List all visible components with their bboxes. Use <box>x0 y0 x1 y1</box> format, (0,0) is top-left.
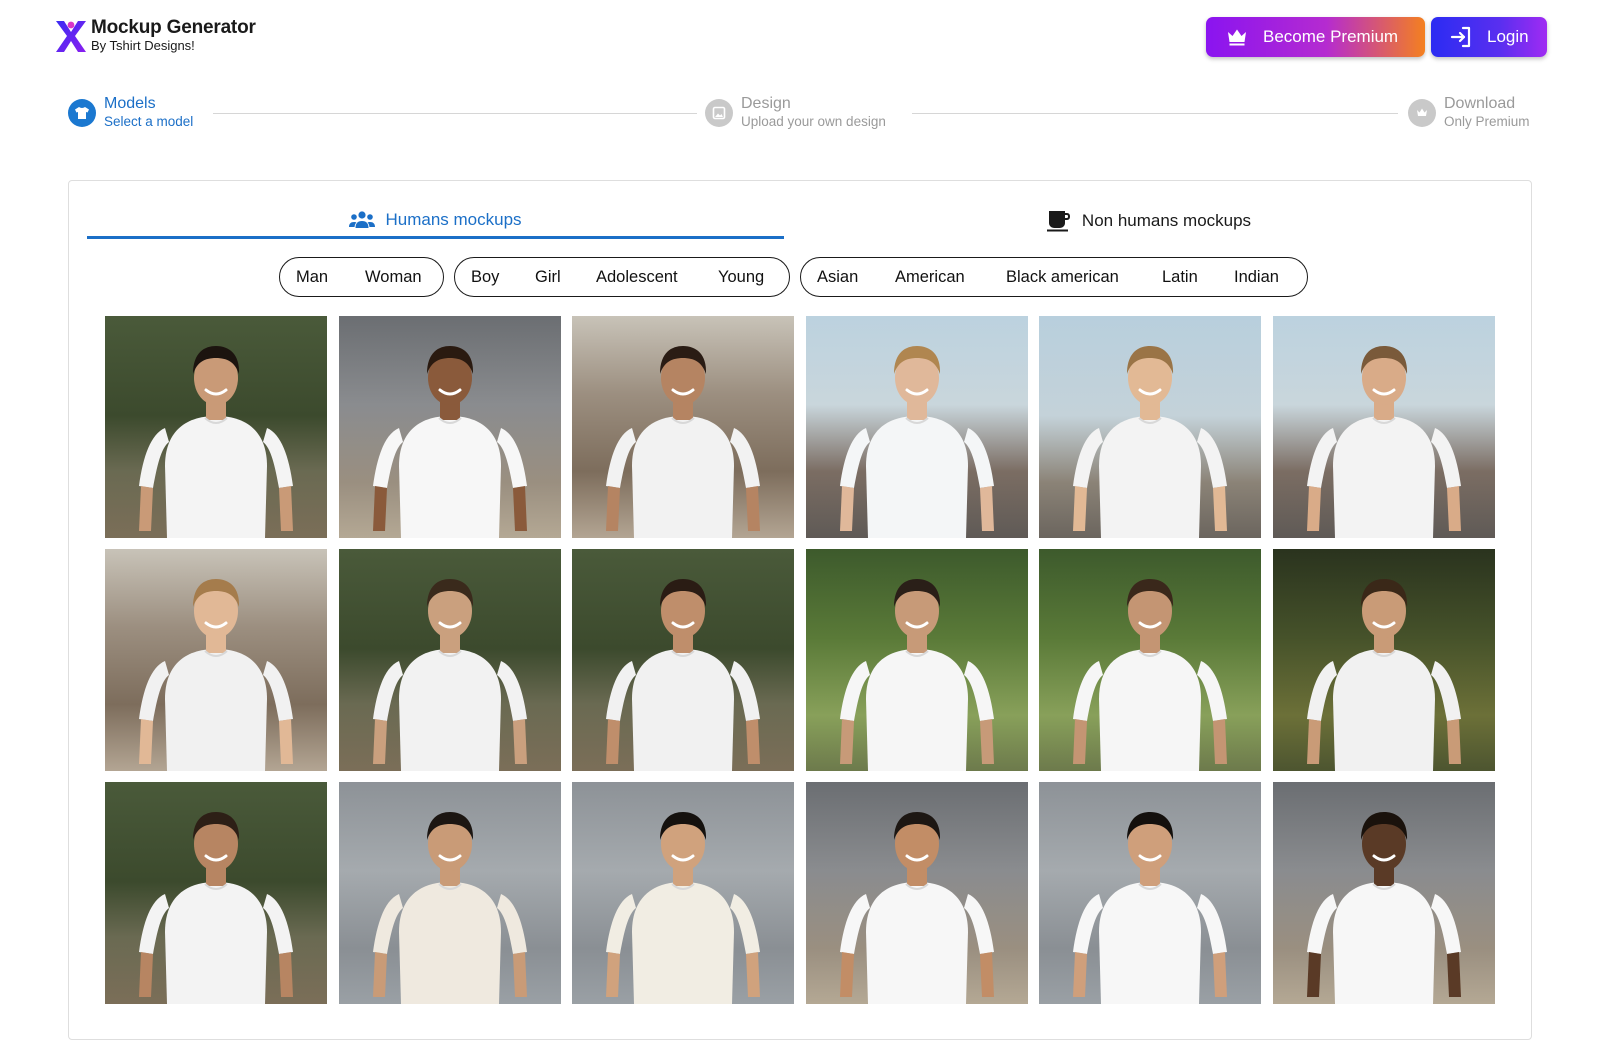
model-photo <box>606 579 761 771</box>
model-photo <box>839 579 994 771</box>
app-subtitle: By Tshirt Designs! <box>91 38 195 53</box>
model-thumbnail[interactable] <box>572 316 795 538</box>
filter-woman[interactable]: Woman <box>365 268 422 287</box>
age-filter-group: Boy Girl Adolescent Young <box>454 257 790 297</box>
filter-young[interactable]: Young <box>718 268 764 287</box>
model-photo <box>1073 346 1228 538</box>
model-photo <box>372 812 527 1004</box>
step-subtitle: Only Premium <box>1444 114 1530 129</box>
model-photo <box>1307 812 1461 1004</box>
filter-boy[interactable]: Boy <box>471 268 499 287</box>
model-thumbnail[interactable] <box>1039 316 1262 538</box>
filter-indian[interactable]: Indian <box>1234 268 1279 287</box>
crown-icon <box>1408 99 1436 127</box>
model-thumbnail[interactable] <box>105 782 327 1004</box>
model-thumbnail[interactable] <box>805 316 1028 538</box>
app-title: Mockup Generator <box>91 17 256 38</box>
crown-icon <box>1225 25 1249 49</box>
become-premium-button[interactable]: Become Premium <box>1206 17 1425 57</box>
login-label: Login <box>1487 27 1529 46</box>
model-photo <box>372 579 527 771</box>
filter-man[interactable]: Man <box>296 268 328 287</box>
model-photo <box>372 346 527 538</box>
app-logo[interactable]: Mockup Generator By Tshirt Designs! <box>54 18 256 54</box>
model-thumbnail[interactable] <box>338 782 561 1004</box>
model-photo <box>139 579 293 771</box>
step-design[interactable]: Design Upload your own design <box>705 95 886 131</box>
model-photo <box>139 346 293 538</box>
shirt-icon <box>68 99 96 127</box>
model-thumbnail[interactable] <box>572 782 795 1004</box>
filter-latin[interactable]: Latin <box>1162 268 1198 287</box>
filter-black-american[interactable]: Black american <box>1006 268 1119 287</box>
step-subtitle: Upload your own design <box>741 114 886 129</box>
step-title: Download <box>1444 95 1516 112</box>
step-models[interactable]: Models Select a model <box>68 95 193 131</box>
step-title: Design <box>741 95 791 112</box>
model-thumbnail[interactable] <box>1273 549 1495 771</box>
image-icon <box>705 99 733 127</box>
model-thumbnail[interactable] <box>338 316 561 538</box>
people-icon <box>349 207 376 233</box>
model-thumbnail[interactable] <box>1039 782 1262 1004</box>
progress-stepper: Models Select a model Design Upload your… <box>0 95 1600 135</box>
filter-american[interactable]: American <box>895 268 965 287</box>
step-download[interactable]: Download Only Premium <box>1408 95 1530 131</box>
mug-icon <box>1046 208 1072 234</box>
step-connector <box>213 113 697 114</box>
model-thumbnail[interactable] <box>105 316 327 538</box>
model-thumbnail[interactable] <box>105 549 327 771</box>
model-photo <box>1073 579 1228 771</box>
logo-icon <box>54 18 88 54</box>
step-title: Models <box>104 95 156 112</box>
model-thumbnail[interactable] <box>1273 316 1495 538</box>
model-photo <box>606 346 761 538</box>
model-photo <box>139 812 293 1004</box>
model-photo <box>1073 812 1228 1004</box>
model-thumbnail[interactable] <box>805 782 1028 1004</box>
top-header: Mockup Generator By Tshirt Designs! Beco… <box>0 0 1600 80</box>
login-button[interactable]: Login <box>1431 17 1547 57</box>
tab-non-humans-mockups[interactable]: Non humans mockups <box>784 203 1513 239</box>
filter-asian[interactable]: Asian <box>817 268 858 287</box>
model-thumbnail[interactable] <box>572 549 795 771</box>
tab-label: Non humans mockups <box>1081 211 1252 230</box>
model-photo <box>839 346 994 538</box>
tab-humans-mockups[interactable]: Humans mockups <box>87 203 784 239</box>
model-thumbnail[interactable] <box>338 549 561 771</box>
mockup-selector-card: Humans mockups Non humans mockups Man Wo… <box>68 180 1532 1040</box>
model-photo <box>1307 579 1461 771</box>
step-connector <box>912 113 1398 114</box>
become-premium-label: Become Premium <box>1263 27 1399 46</box>
ethnicity-filter-group: Asian American Black american Latin Indi… <box>800 257 1308 297</box>
filter-adolescent[interactable]: Adolescent <box>596 268 678 287</box>
filter-bar: Man Woman Boy Girl Adolescent Young Asia… <box>69 257 1533 297</box>
filter-girl[interactable]: Girl <box>535 268 561 287</box>
mockup-tabs: Humans mockups Non humans mockups <box>87 203 1513 239</box>
model-thumbnail[interactable] <box>1273 782 1495 1004</box>
model-photo <box>1307 346 1461 538</box>
step-subtitle: Select a model <box>104 114 194 129</box>
login-icon <box>1449 25 1473 49</box>
model-photo <box>839 812 994 1004</box>
model-thumbnail[interactable] <box>1039 549 1262 771</box>
model-photo <box>606 812 761 1004</box>
tab-label: Humans mockups <box>385 209 522 229</box>
gender-filter-group: Man Woman <box>279 257 444 297</box>
model-thumbnail[interactable] <box>805 549 1028 771</box>
